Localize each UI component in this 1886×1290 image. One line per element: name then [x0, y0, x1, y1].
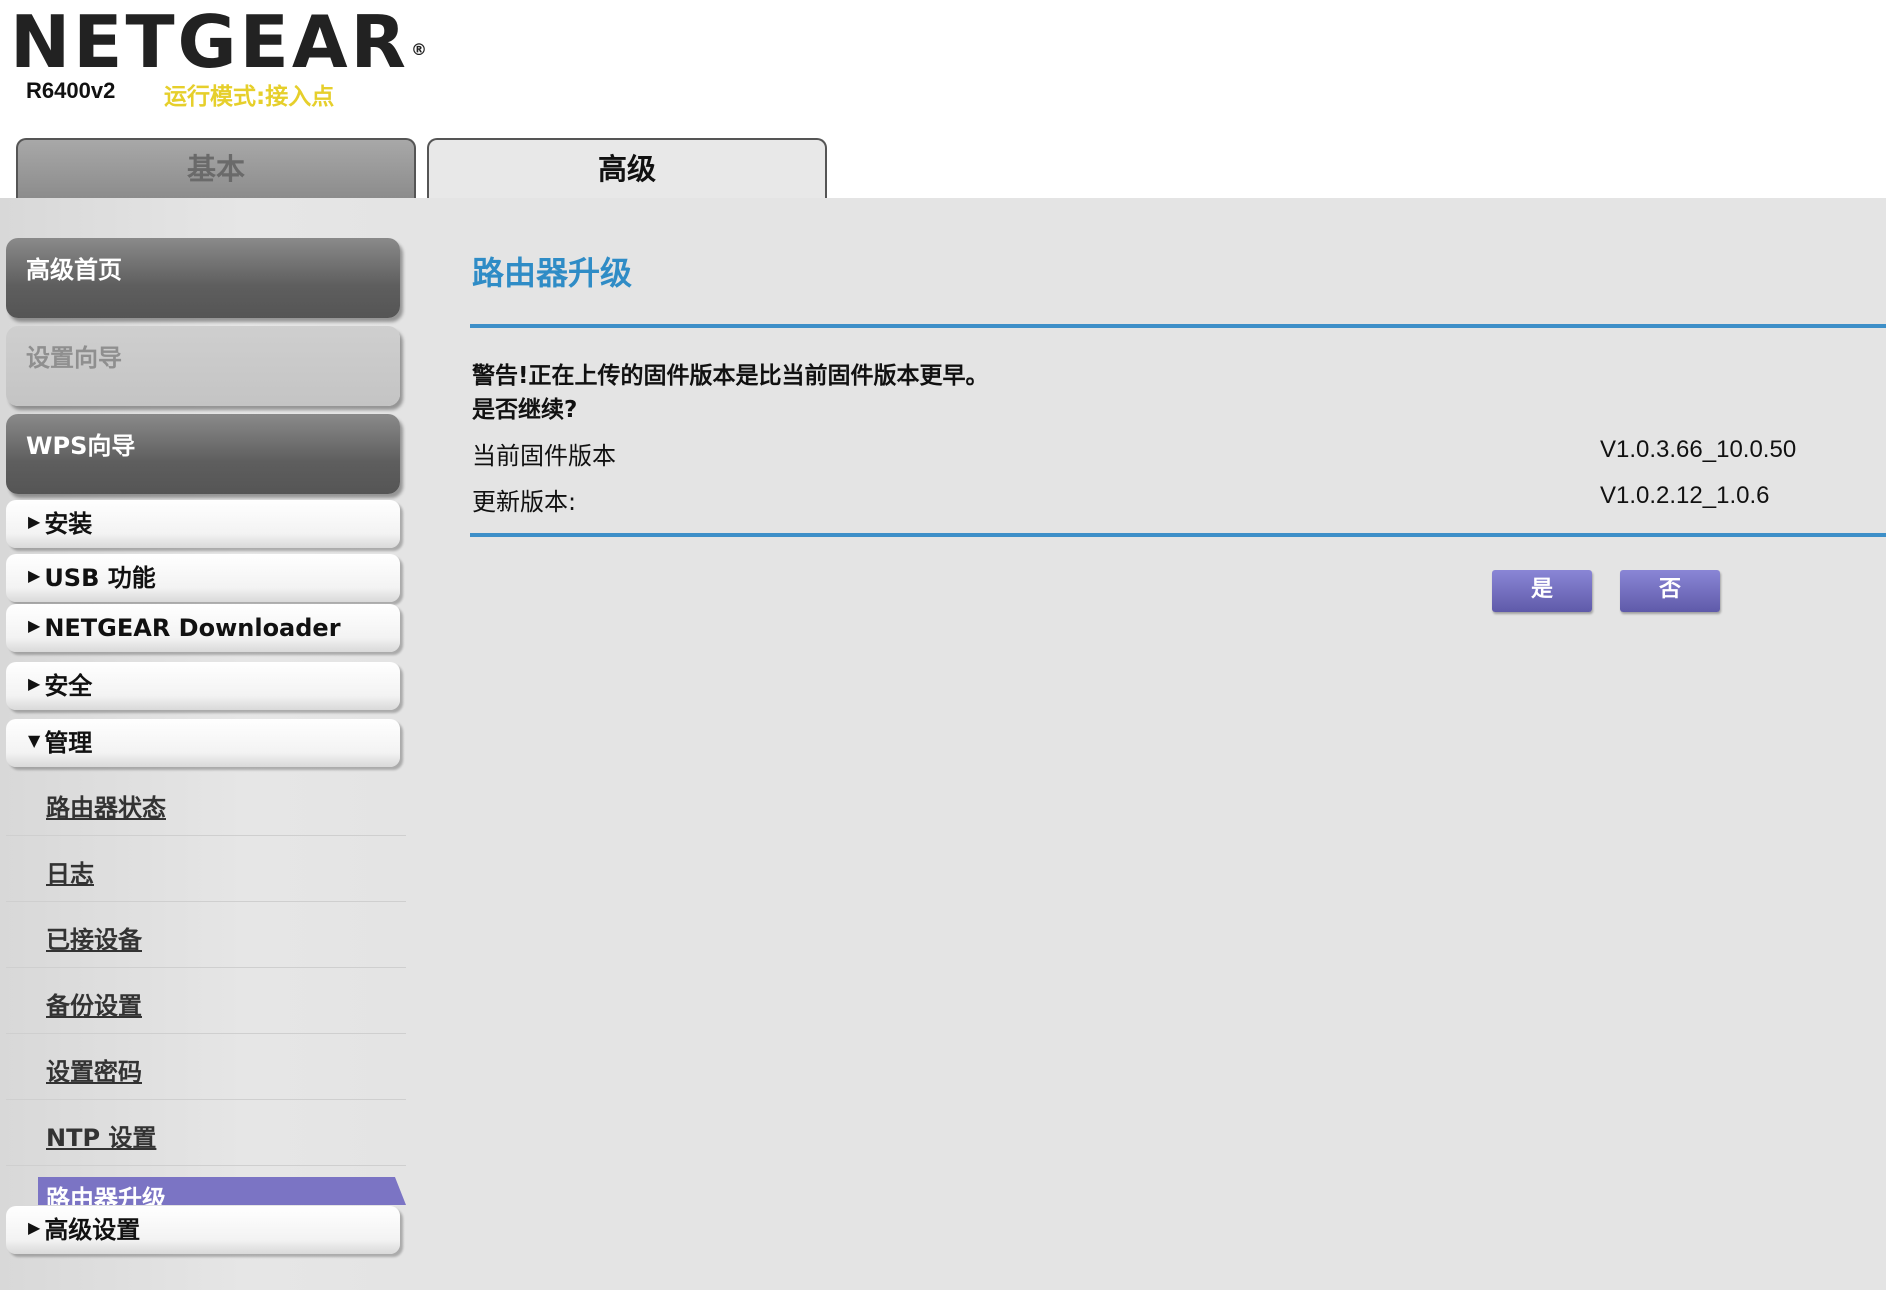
sidebar-item-set-password: 设置密码: [6, 1034, 406, 1100]
sidebar-item-logs: 日志: [6, 836, 406, 902]
sidebar-item-attached-devices: 已接设备: [6, 902, 406, 968]
sidebar-item-backup-settings: 备份设置: [6, 968, 406, 1034]
caret-right-icon: ▶: [28, 1218, 41, 1237]
router-upgrade-link[interactable]: 路由器升级: [46, 1179, 166, 1205]
page-title: 路由器升级: [472, 254, 633, 292]
current-firmware-value: V1.0.3.66_10.0.50: [1600, 436, 1797, 463]
no-button[interactable]: 否: [1620, 570, 1720, 612]
sidebar-item-router-upgrade[interactable]: 路由器升级: [38, 1177, 406, 1205]
caret-right-icon: ▶: [28, 512, 41, 531]
attached-devices-link[interactable]: 已接设备: [46, 920, 142, 955]
logs-link[interactable]: 日志: [46, 854, 94, 889]
sidebar-item-router-status: 路由器状态: [6, 770, 406, 836]
sidebar-section-downloader[interactable]: ▶ NETGEAR Downloader: [6, 604, 400, 652]
advanced-home-button[interactable]: 高级首页: [6, 238, 400, 318]
sidebar-section-setup[interactable]: ▶ 安装: [6, 500, 400, 548]
ntp-settings-link[interactable]: NTP 设置: [46, 1118, 156, 1153]
wps-wizard-button[interactable]: WPS向导: [6, 414, 400, 494]
divider-bottom: [470, 533, 1886, 537]
caret-right-icon: ▶: [28, 674, 41, 693]
sidebar-item-ntp-settings: NTP 设置: [6, 1100, 406, 1166]
tab-basic[interactable]: 基本: [16, 138, 416, 198]
warning-text: 警告!正在上传的固件版本是比当前固件版本更早。: [472, 363, 989, 389]
backup-settings-link[interactable]: 备份设置: [46, 986, 142, 1021]
sidebar-section-usb[interactable]: ▶ USB 功能: [6, 554, 400, 602]
operation-mode: 运行模式:接入点: [164, 84, 335, 110]
set-password-link[interactable]: 设置密码: [46, 1052, 142, 1087]
model-name: R6400v2: [26, 78, 116, 103]
sidebar-section-security[interactable]: ▶ 安全: [6, 662, 400, 710]
caret-right-icon: ▶: [28, 616, 41, 635]
caret-right-icon: ▶: [28, 566, 41, 585]
sidebar-section-admin[interactable]: ▼ 管理: [6, 719, 400, 767]
continue-question: 是否继续?: [472, 397, 578, 423]
caret-down-icon: ▼: [28, 731, 41, 750]
current-firmware-label: 当前固件版本: [472, 442, 616, 470]
router-status-link[interactable]: 路由器状态: [46, 788, 166, 823]
update-version-label: 更新版本:: [472, 488, 577, 516]
netgear-logo: NETGEAR ®: [10, 0, 430, 84]
registered-mark: ®: [411, 40, 430, 59]
setup-wizard-button[interactable]: 设置向导: [6, 326, 400, 406]
sidebar-section-advanced-setup[interactable]: ▶ 高级设置: [6, 1206, 400, 1254]
yes-button[interactable]: 是: [1492, 570, 1592, 612]
tab-advanced[interactable]: 高级: [427, 138, 827, 198]
update-version-value: V1.0.2.12_1.0.6: [1600, 482, 1770, 509]
divider-top: [470, 324, 1886, 328]
